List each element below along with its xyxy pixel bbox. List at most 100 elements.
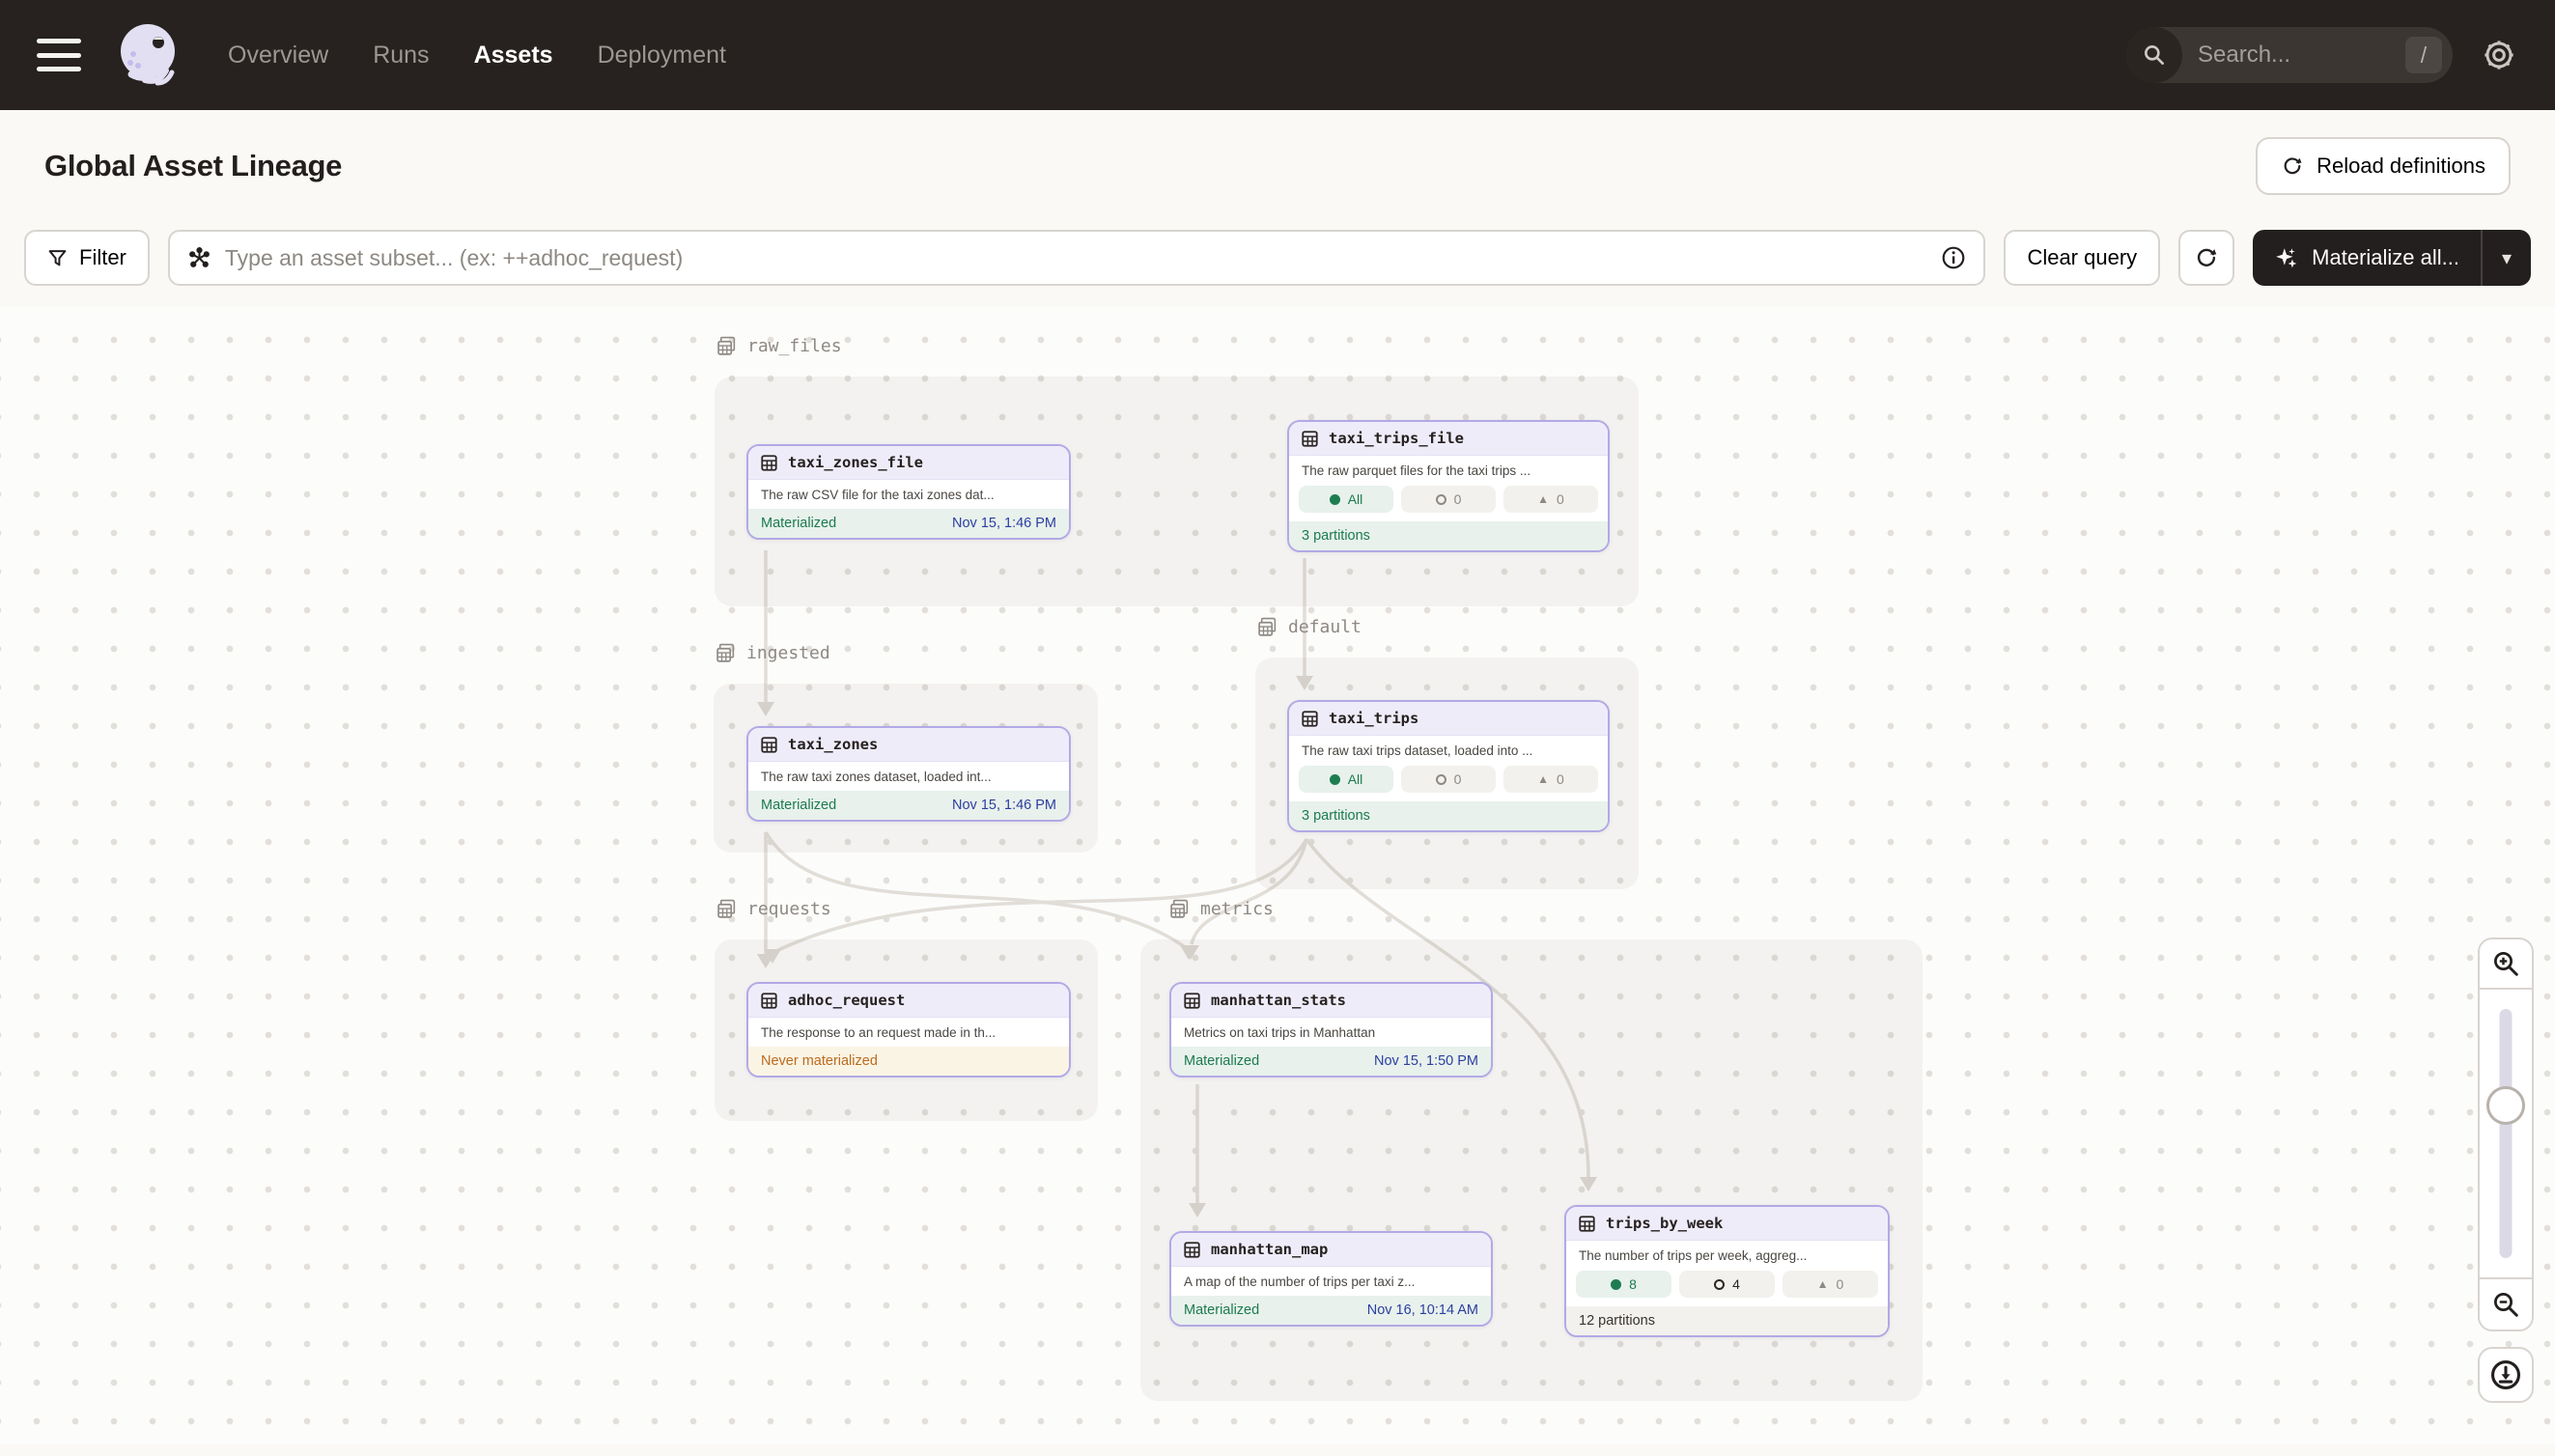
hamburger-menu-icon[interactable] bbox=[37, 39, 81, 71]
asset-status-footer: 3 partitions bbox=[1289, 521, 1608, 550]
zoom-out-button[interactable] bbox=[2478, 1277, 2534, 1331]
partition-pill[interactable]: 4 bbox=[1679, 1271, 1775, 1298]
asset-status-footer: MaterializedNov 15, 1:46 PM bbox=[748, 509, 1069, 538]
asset-node-header[interactable]: taxi_trips bbox=[1289, 702, 1608, 736]
asset-name: trips_by_week bbox=[1606, 1215, 1723, 1232]
zoom-slider-track[interactable] bbox=[2500, 1009, 2513, 1258]
page-header: Global Asset Lineage Reload definitions bbox=[0, 110, 2555, 222]
clear-query-button[interactable]: Clear query bbox=[2004, 230, 2160, 286]
edge-taxi_trips-to-adhoc_request bbox=[778, 839, 1306, 950]
download-icon bbox=[2489, 1358, 2522, 1391]
table-icon bbox=[1302, 431, 1318, 447]
nav-item-deployment[interactable]: Deployment bbox=[598, 42, 726, 70]
search-shortcut-badge: / bbox=[2405, 37, 2442, 73]
asset-node-header[interactable]: trips_by_week bbox=[1566, 1207, 1888, 1241]
zoom-in-button[interactable] bbox=[2478, 938, 2534, 990]
table-icon bbox=[1579, 1216, 1595, 1232]
partition-pill[interactable]: All bbox=[1299, 486, 1393, 513]
filter-button[interactable]: Filter bbox=[24, 230, 150, 286]
in-progress-triangle-icon: ▲ bbox=[1537, 493, 1549, 505]
partition-health-pills: All 0 ▲0 bbox=[1289, 485, 1608, 521]
settings-gear-icon[interactable] bbox=[2480, 36, 2518, 74]
partition-pill[interactable]: ▲0 bbox=[1503, 766, 1598, 793]
nav-item-overview[interactable]: Overview bbox=[228, 42, 328, 70]
asset-node-header[interactable]: taxi_zones bbox=[748, 728, 1069, 762]
zoom-slider-handle[interactable] bbox=[2486, 1086, 2525, 1125]
nav-item-assets[interactable]: Assets bbox=[474, 42, 553, 70]
partition-health-pills: 84 ▲0 bbox=[1566, 1270, 1888, 1306]
materialize-all-button[interactable]: Materialize all... ▾ bbox=[2253, 230, 2531, 286]
asset-status-footer: Never materialized bbox=[748, 1047, 1069, 1076]
refresh-button[interactable] bbox=[2178, 230, 2234, 286]
materialized-timestamp[interactable]: Nov 15, 1:50 PM bbox=[1374, 1053, 1478, 1069]
partition-pill[interactable]: 8 bbox=[1576, 1271, 1671, 1298]
asset-node-taxi_trips[interactable]: taxi_trips The raw taxi trips dataset, lo… bbox=[1287, 700, 1610, 832]
refresh-icon bbox=[2194, 245, 2219, 270]
partition-pill[interactable]: All bbox=[1299, 766, 1393, 793]
asset-node-taxi_zones[interactable]: taxi_zonesThe raw taxi zones dataset, lo… bbox=[746, 726, 1071, 822]
sparkle-icon bbox=[2274, 245, 2299, 270]
nav-item-runs[interactable]: Runs bbox=[373, 42, 429, 70]
asset-node-manhattan_stats[interactable]: manhattan_statsMetrics on taxi trips in … bbox=[1169, 982, 1493, 1078]
asset-node-taxi_trips_file[interactable]: taxi_trips_file The raw parquet files for… bbox=[1287, 420, 1610, 552]
top-nav-bar: Overview Runs Assets Deployment Search..… bbox=[0, 0, 2555, 110]
asset-group-label-default[interactable]: default bbox=[1257, 617, 1362, 637]
partition-pill[interactable]: ▲0 bbox=[1503, 486, 1598, 513]
dagster-logo-icon[interactable] bbox=[112, 18, 185, 92]
asset-node-header[interactable]: adhoc_request bbox=[748, 984, 1069, 1018]
partition-pill[interactable]: 0 bbox=[1401, 766, 1496, 793]
zoom-in-icon bbox=[2491, 949, 2520, 978]
asset-group-icon bbox=[716, 643, 736, 663]
asset-group-label-metrics[interactable]: metrics bbox=[1169, 899, 1274, 919]
asset-node-adhoc_request[interactable]: adhoc_request The response to an request … bbox=[746, 982, 1071, 1078]
reload-definitions-button[interactable]: Reload definitions bbox=[2256, 137, 2511, 195]
asset-description: The raw parquet files for the taxi trips… bbox=[1289, 456, 1608, 485]
asset-description: Metrics on taxi trips in Manhattan bbox=[1171, 1018, 1491, 1047]
asset-status-footer: MaterializedNov 15, 1:50 PM bbox=[1171, 1047, 1491, 1076]
asset-description: The number of trips per week, aggreg... bbox=[1566, 1241, 1888, 1270]
asset-name: manhattan_map bbox=[1211, 1241, 1328, 1258]
download-image-button[interactable] bbox=[2478, 1347, 2534, 1403]
asset-name: taxi_zones_file bbox=[788, 454, 923, 471]
partition-pill[interactable]: ▲0 bbox=[1783, 1271, 1878, 1298]
asset-name: adhoc_request bbox=[788, 992, 905, 1009]
asset-query-input[interactable]: Type an asset subset... (ex: ++adhoc_req… bbox=[168, 230, 1986, 286]
asset-node-header[interactable]: taxi_zones_file bbox=[748, 446, 1069, 480]
asset-node-header[interactable]: manhattan_stats bbox=[1171, 984, 1491, 1018]
partition-pill[interactable]: 0 bbox=[1401, 486, 1496, 513]
failed-ring-icon bbox=[1714, 1279, 1725, 1290]
asset-status-footer: 12 partitions bbox=[1566, 1306, 1888, 1335]
asset-query-placeholder: Type an asset subset... (ex: ++adhoc_req… bbox=[225, 245, 1928, 271]
asset-node-manhattan_map[interactable]: manhattan_mapA map of the number of trip… bbox=[1169, 1231, 1493, 1327]
info-icon[interactable] bbox=[1941, 245, 1966, 270]
zoom-out-icon bbox=[2491, 1290, 2520, 1319]
partition-health-pills: All 0 ▲0 bbox=[1289, 765, 1608, 801]
asset-status-footer: 3 partitions bbox=[1289, 801, 1608, 830]
lineage-canvas[interactable]: raw_files ingested default requests metrics t… bbox=[0, 307, 2555, 1444]
filter-funnel-icon bbox=[47, 248, 68, 268]
asset-node-trips_by_week[interactable]: trips_by_week The number of trips per wee… bbox=[1564, 1205, 1890, 1337]
search-input[interactable]: Search... / bbox=[2126, 27, 2453, 83]
asset-group-label-raw_files[interactable]: raw_files bbox=[716, 336, 842, 356]
materialized-timestamp[interactable]: Nov 15, 1:46 PM bbox=[952, 798, 1056, 813]
materialized-timestamp[interactable]: Nov 15, 1:46 PM bbox=[952, 516, 1056, 531]
asset-node-header[interactable]: taxi_trips_file bbox=[1289, 422, 1608, 456]
materialized-status: Materialized bbox=[1184, 1302, 1259, 1318]
lineage-toolbar: Filter Type an asset subset... (ex: ++ad… bbox=[0, 222, 2555, 307]
op-selector-icon bbox=[187, 246, 211, 270]
table-icon bbox=[761, 737, 777, 753]
zoom-slider[interactable] bbox=[2478, 990, 2534, 1277]
asset-description: The response to an request made in th... bbox=[748, 1018, 1069, 1047]
materialized-timestamp[interactable]: Nov 16, 10:14 AM bbox=[1367, 1302, 1478, 1318]
search-icon bbox=[2126, 27, 2182, 83]
asset-node-taxi_zones_file[interactable]: taxi_zones_fileThe raw CSV file for the … bbox=[746, 444, 1071, 540]
asset-group-label-requests[interactable]: requests bbox=[716, 899, 831, 919]
asset-node-header[interactable]: manhattan_map bbox=[1171, 1233, 1491, 1267]
asset-name: taxi_trips bbox=[1329, 710, 1418, 727]
asset-name: taxi_trips_file bbox=[1329, 430, 1464, 447]
in-progress-triangle-icon: ▲ bbox=[1817, 1278, 1829, 1290]
asset-description: The raw taxi trips dataset, loaded into … bbox=[1289, 736, 1608, 765]
materialize-dropdown-caret[interactable]: ▾ bbox=[2483, 246, 2531, 270]
asset-group-icon bbox=[716, 336, 737, 356]
asset-group-label-ingested[interactable]: ingested bbox=[716, 643, 830, 663]
